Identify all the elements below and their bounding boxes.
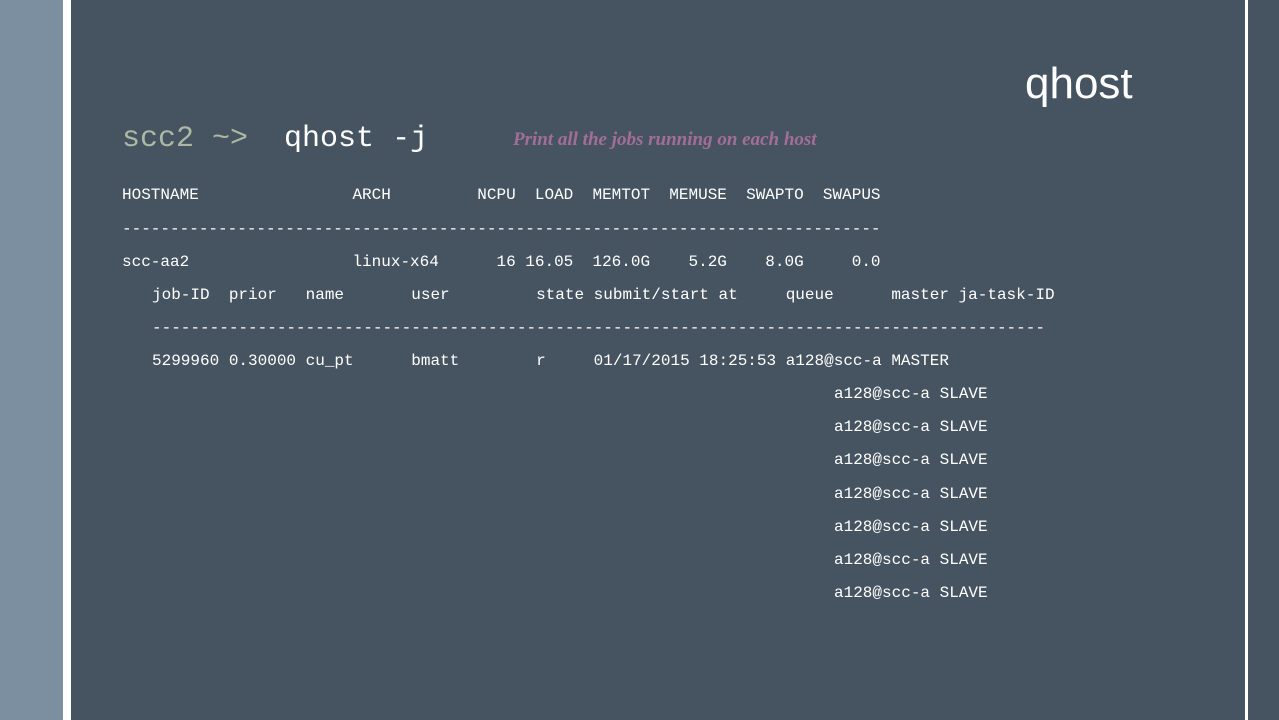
slide-title: qhost [1025, 59, 1133, 108]
command-text: qhost -j [284, 122, 429, 156]
host-row: scc-aa2 linux-x64 16 16.05 126.0G 5.2G 8… [122, 253, 881, 271]
left-divider-line [63, 0, 71, 720]
job-task-row: a128@scc-a SLAVE [834, 485, 988, 503]
job-row: 5299960 0.30000 cu_pt bmatt r 01/17/2015… [152, 352, 949, 370]
right-decor-bar [1248, 0, 1279, 720]
left-decor-bar [0, 0, 63, 720]
command-line: scc2 ~> qhost -j [122, 124, 428, 154]
job-table-divider: ----------------------------------------… [152, 319, 1045, 337]
host-table-header: HOSTNAME ARCH NCPU LOAD MEMTOT MEMUSE SW… [122, 186, 881, 204]
command-note: Print all the jobs running on each host [513, 129, 817, 150]
job-task-row: a128@scc-a SLAVE [834, 518, 988, 536]
job-table-header: job-ID prior name user state submit/star… [152, 286, 1055, 304]
job-task-row: a128@scc-a SLAVE [834, 584, 988, 602]
job-task-row: a128@scc-a SLAVE [834, 551, 988, 569]
host-table-divider: ----------------------------------------… [122, 220, 881, 238]
job-task-row: a128@scc-a SLAVE [834, 385, 988, 403]
job-task-row: a128@scc-a SLAVE [834, 418, 988, 436]
shell-prompt: scc2 ~> [122, 122, 249, 156]
job-task-row: a128@scc-a SLAVE [834, 451, 988, 469]
